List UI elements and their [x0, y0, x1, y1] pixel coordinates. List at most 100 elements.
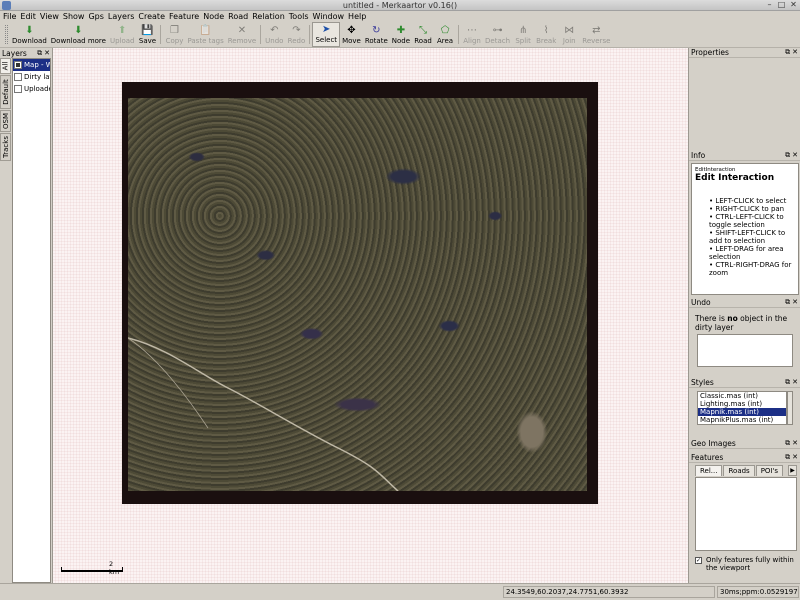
road-overlay — [128, 337, 399, 491]
status-bar: 24.3549,60.2037,24.7751,60.3932 30ms;ppm… — [0, 583, 800, 600]
split-button[interactable]: ⋔ Split — [512, 22, 534, 47]
join-button[interactable]: ⋈ Join — [558, 22, 580, 47]
redo-button[interactable]: ↷ Redo — [285, 22, 307, 47]
scale-bar: 2 km — [61, 560, 123, 576]
toolbar-grip[interactable] — [5, 25, 8, 44]
align-button[interactable]: ⋯ Align — [461, 22, 483, 47]
tab-scroll-right-icon[interactable]: ▶ — [788, 465, 797, 476]
break-button[interactable]: ⌇ Break — [534, 22, 558, 47]
tab-roads[interactable]: Roads — [723, 465, 755, 476]
menu-gps[interactable]: Gps — [88, 11, 107, 22]
info-bullet: SHIFT-LEFT-CLICK to add to selection — [709, 229, 795, 245]
download-more-button[interactable]: ⬇ Download more — [49, 22, 108, 47]
layer-item[interactable]: Dirty lay — [13, 71, 50, 83]
layers-dock: Layers ⧉ ✕ All Default OSM Tracks Map - … — [0, 48, 52, 583]
float-icon[interactable]: ⧉ — [785, 48, 790, 57]
info-bullet: RIGHT-CLICK to pan — [709, 205, 795, 213]
close-icon[interactable]: ✕ — [792, 378, 798, 387]
undo-button[interactable]: ↶ Undo — [263, 22, 285, 47]
road-icon: ⤡ — [419, 24, 428, 36]
aerial-imagery — [128, 98, 587, 491]
close-icon[interactable]: ✕ — [792, 151, 798, 160]
join-icon: ⋈ — [564, 24, 575, 36]
features-list[interactable] — [695, 477, 797, 551]
save-button[interactable]: 💾 Save — [136, 22, 158, 47]
menu-window[interactable]: Window — [313, 11, 349, 22]
menu-show[interactable]: Show — [63, 11, 89, 22]
checkbox-checked-icon: ✓ — [695, 557, 702, 564]
paste-tags-button[interactable]: 📋 Paste tags — [185, 22, 225, 47]
float-icon[interactable]: ⧉ — [37, 49, 42, 58]
menu-create[interactable]: Create — [138, 11, 169, 22]
close-icon[interactable]: ✕ — [44, 49, 50, 58]
viewport-only-checkbox[interactable]: ✓ Only features fully within the viewpor… — [695, 556, 795, 572]
rotate-button[interactable]: ↻ Rotate — [363, 22, 390, 47]
float-icon[interactable]: ⧉ — [785, 151, 790, 160]
status-coordinates: 24.3549,60.2037,24.7751,60.3932 — [503, 586, 715, 598]
move-button[interactable]: ✥ Move — [340, 22, 363, 47]
layer-visibility-checkbox[interactable] — [14, 73, 22, 81]
style-item[interactable]: Classic.mas (int) — [698, 392, 786, 400]
layer-visibility-checkbox[interactable] — [14, 85, 22, 93]
float-icon[interactable]: ⧉ — [785, 439, 790, 448]
detach-icon: ⊶ — [492, 24, 503, 36]
copy-icon: ❐ — [170, 24, 179, 36]
status-render-info: 30ms;ppm:0.0529197 — [717, 586, 799, 598]
area-button[interactable]: ⬠ Area — [434, 22, 456, 47]
style-item[interactable]: Lighting.mas (int) — [698, 400, 786, 408]
layer-list: Map - W Dirty lay Uploade — [12, 58, 51, 583]
detach-button[interactable]: ⊶ Detach — [483, 22, 512, 47]
menu-road[interactable]: Road — [228, 11, 252, 22]
menu-help[interactable]: Help — [348, 11, 370, 22]
minimize-icon[interactable]: – — [765, 0, 774, 9]
copy-button[interactable]: ❐ Copy — [163, 22, 185, 47]
style-item[interactable]: Mapnik.mas (int) — [698, 408, 786, 416]
upload-button[interactable]: ⬆ Upload — [108, 22, 137, 47]
undo-list[interactable] — [697, 334, 793, 367]
layers-dock-title: Layers — [2, 48, 27, 58]
download-button[interactable]: ⬇ Download — [10, 22, 49, 47]
tab-all[interactable]: All — [0, 58, 11, 74]
menu-node[interactable]: Node — [203, 11, 228, 22]
close-icon[interactable]: ✕ — [789, 0, 798, 9]
info-bullet-list: LEFT-CLICK to select RIGHT-CLICK to pan … — [695, 197, 795, 277]
float-icon[interactable]: ⧉ — [785, 453, 790, 462]
layer-filter-tabs: All Default OSM Tracks — [0, 58, 11, 162]
tab-tracks[interactable]: Tracks — [0, 133, 11, 161]
close-icon[interactable]: ✕ — [792, 453, 798, 462]
tab-osm[interactable]: OSM — [0, 110, 11, 132]
close-icon[interactable]: ✕ — [792, 298, 798, 307]
menu-layers[interactable]: Layers — [108, 11, 138, 22]
info-heading: Edit Interaction — [695, 173, 775, 183]
map-canvas[interactable]: 2 km — [52, 48, 689, 583]
tab-pois[interactable]: POI's — [755, 465, 784, 476]
tab-relations[interactable]: Rel... — [695, 465, 723, 476]
node-button[interactable]: ✚ Node — [390, 22, 412, 47]
geo-images-dock: Geo Images ⧉ ✕ — [689, 439, 800, 451]
styles-scrollbar[interactable] — [787, 391, 793, 425]
info-bullet: LEFT-DRAG for area selection — [709, 245, 795, 261]
menu-view[interactable]: View — [40, 11, 63, 22]
close-icon[interactable]: ✕ — [792, 439, 798, 448]
menu-tools[interactable]: Tools — [289, 11, 313, 22]
select-button[interactable]: ➤ Select — [312, 22, 341, 47]
menu-edit[interactable]: Edit — [20, 11, 40, 22]
menu-file[interactable]: File — [3, 11, 20, 22]
float-icon[interactable]: ⧉ — [785, 298, 790, 307]
menu-feature[interactable]: Feature — [169, 11, 203, 22]
close-icon[interactable]: ✕ — [792, 48, 798, 57]
maximize-icon[interactable]: □ — [777, 0, 786, 9]
undo-icon: ↶ — [270, 24, 279, 36]
float-icon[interactable]: ⧉ — [785, 378, 790, 387]
split-icon: ⋔ — [518, 24, 528, 36]
layer-item[interactable]: Uploade — [13, 83, 50, 95]
road-button[interactable]: ⤡ Road — [412, 22, 434, 47]
remove-button[interactable]: ✕ Remove — [226, 22, 258, 47]
layer-item[interactable]: Map - W — [13, 59, 50, 71]
layer-visibility-checkbox[interactable] — [14, 61, 22, 69]
style-item[interactable]: MapnikPlus.mas (int) — [698, 416, 786, 424]
tab-default[interactable]: Default — [0, 75, 11, 109]
menu-relation[interactable]: Relation — [252, 11, 289, 22]
reverse-button[interactable]: ⇄ Reverse — [580, 22, 612, 47]
save-icon: 💾 — [141, 24, 154, 36]
